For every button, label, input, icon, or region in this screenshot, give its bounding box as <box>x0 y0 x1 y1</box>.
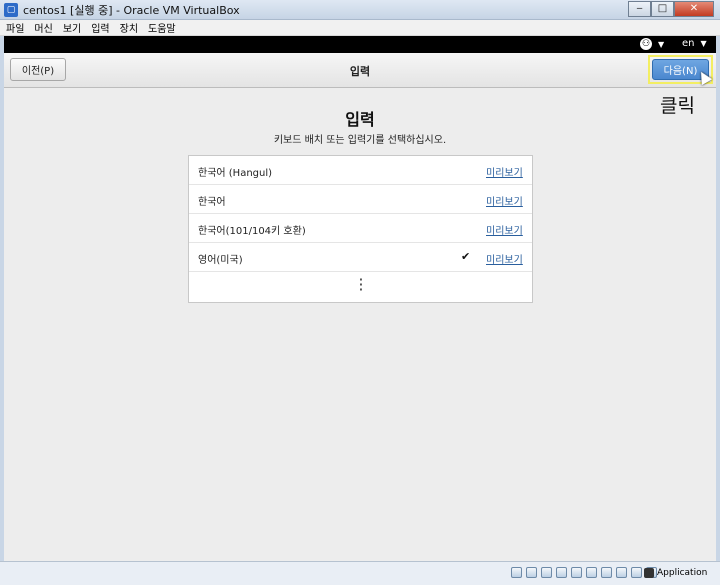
list-item[interactable]: 한국어 미리보기 <box>189 185 532 214</box>
menu-file[interactable]: 파일 <box>6 20 24 35</box>
display-icon[interactable] <box>601 567 612 578</box>
header-title: 입력 <box>349 65 371 78</box>
vm-screen: ⚇ ▼ en ▼ 이전(P) 입력 다음(N) 클릭 입력 키보드 배치 또는 … <box>4 36 716 561</box>
gnome-top-bar: ⚇ ▼ en ▼ <box>4 36 716 53</box>
preview-link[interactable]: 미리보기 <box>486 222 523 237</box>
more-vertical-icon: · · · <box>358 273 364 296</box>
layout-label: 영어(미국) <box>198 255 243 266</box>
language-code: en <box>682 38 695 49</box>
usb-icon[interactable] <box>571 567 582 578</box>
minimize-button[interactable]: ‒ <box>628 1 651 17</box>
audio-icon[interactable] <box>541 567 552 578</box>
vm-status-bar: Application <box>0 561 720 585</box>
menu-devices[interactable]: 장치 <box>120 20 138 35</box>
host-key-icon <box>644 568 654 578</box>
network-icon[interactable] <box>556 567 567 578</box>
layout-label: 한국어 <box>198 197 226 208</box>
maximize-button[interactable]: □ <box>651 1 674 17</box>
host-key-label: Application <box>657 568 708 578</box>
list-item[interactable]: 한국어(101/104키 호환) 미리보기 <box>189 214 532 243</box>
installer-header: 이전(P) 입력 다음(N) <box>4 53 716 88</box>
checkmark-icon: ✔ <box>461 250 471 263</box>
window-title-bar: ▢ centos1 [실행 중] - Oracle VM VirtualBox … <box>0 0 720 20</box>
menu-input[interactable]: 입력 <box>91 20 109 35</box>
accessibility-menu[interactable]: ⚇ ▼ <box>640 38 664 50</box>
hard-disk-icon[interactable] <box>511 567 522 578</box>
layout-label: 한국어 (Hangul) <box>198 168 273 179</box>
window-title: centos1 [실행 중] - Oracle VM VirtualBox <box>23 3 240 17</box>
layout-label: 한국어(101/104키 호환) <box>198 226 306 237</box>
optical-drive-icon[interactable] <box>526 567 537 578</box>
cpu-icon[interactable] <box>631 567 642 578</box>
preview-link[interactable]: 미리보기 <box>486 193 523 208</box>
preview-link[interactable]: 미리보기 <box>486 164 523 179</box>
menu-help[interactable]: 도움말 <box>148 20 176 35</box>
device-tray <box>511 567 661 578</box>
preview-link[interactable]: 미리보기 <box>486 251 523 266</box>
close-button[interactable]: ✕ <box>674 1 714 17</box>
window-controls: ‒ □ ✕ <box>628 1 714 17</box>
more-options-row[interactable]: · · · <box>189 272 532 301</box>
page-title: 입력 <box>345 110 375 129</box>
video-capture-icon[interactable] <box>616 567 627 578</box>
menu-view[interactable]: 보기 <box>63 20 81 35</box>
language-menu[interactable]: en ▼ <box>682 38 707 49</box>
page-subtitle: 키보드 배치 또는 입력기를 선택하십시오. <box>273 135 447 146</box>
menu-bar: 파일 머신 보기 입력 장치 도움말 <box>0 20 720 36</box>
list-item[interactable]: 영어(미국) ✔ 미리보기 <box>189 243 532 272</box>
chevron-down-icon: ▼ <box>700 39 707 48</box>
accessibility-icon: ⚇ <box>640 38 652 50</box>
chevron-down-icon: ▼ <box>658 39 665 49</box>
virtualbox-icon: ▢ <box>4 2 18 17</box>
list-item[interactable]: 한국어 (Hangul) 미리보기 <box>189 156 532 185</box>
menu-machine[interactable]: 머신 <box>34 20 52 35</box>
shared-folder-icon[interactable] <box>586 567 597 578</box>
keyboard-layout-list: 한국어 (Hangul) 미리보기 한국어 미리보기 한국어(101/104키 … <box>188 155 533 303</box>
